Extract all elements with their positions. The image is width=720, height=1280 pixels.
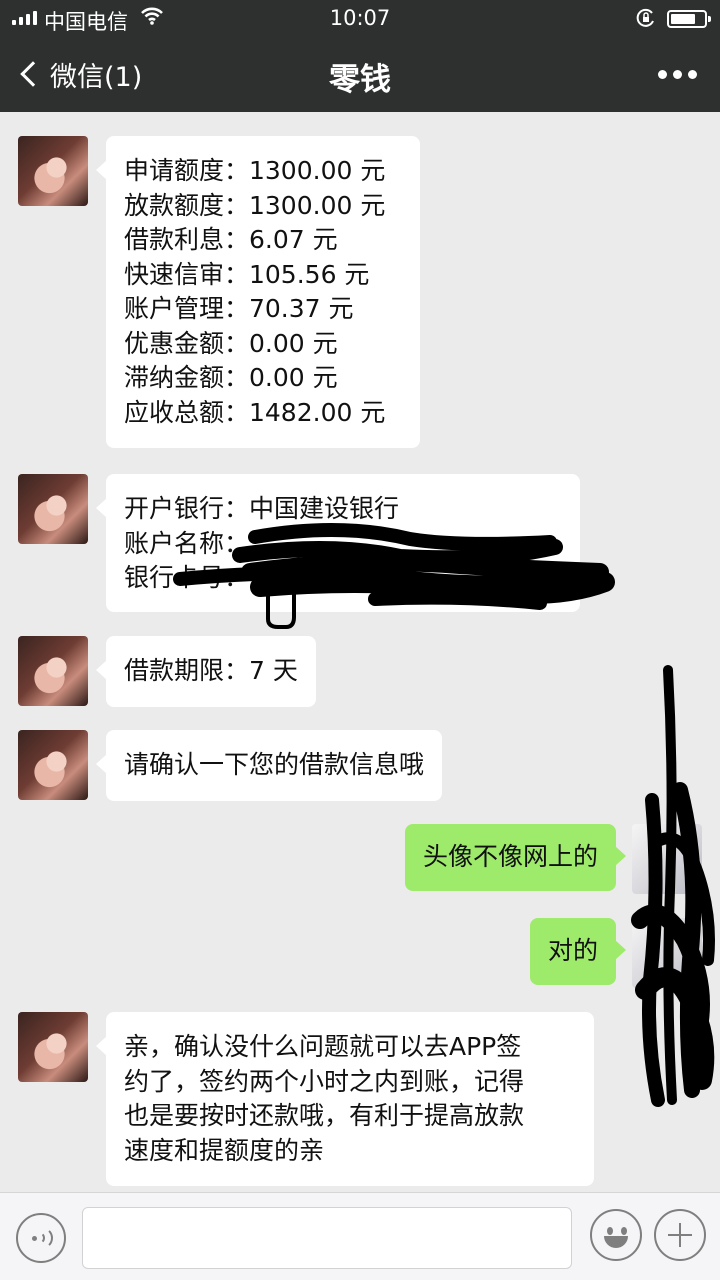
message-bubble[interactable]: 申请额度：1300.00 元 放款额度：1300.00 元 借款利息：6.07 … [96, 136, 420, 448]
message-bubble[interactable]: 请确认一下您的借款信息哦 [95, 730, 443, 801]
top-bar: 中国电信 10:07 微信(1) 零钱 [0, 0, 720, 112]
voice-button[interactable] [16, 1213, 66, 1263]
avatar-self[interactable] [632, 918, 702, 988]
status-bar: 中国电信 10:07 [0, 0, 720, 36]
message-bubble[interactable]: 亲，确认没什么问题就可以去APP签 约了，签约两个小时之内到账，记得 也是要按时… [96, 1012, 594, 1186]
avatar[interactable] [18, 1012, 88, 1082]
message-input[interactable] [82, 1207, 572, 1269]
emoji-icon [607, 1227, 613, 1235]
input-bar [0, 1192, 720, 1280]
message-bubble-self[interactable]: 头像不像网上的 [404, 824, 627, 891]
page-title: 零钱 [329, 62, 391, 98]
avatar[interactable] [18, 730, 88, 800]
emoji-button[interactable] [590, 1209, 642, 1261]
more-actions-button[interactable] [654, 1209, 706, 1261]
chat-area[interactable]: 申请额度：1300.00 元 放款额度：1300.00 元 借款利息：6.07 … [0, 112, 720, 1192]
message-bubble[interactable]: 借款期限：7 天 [96, 636, 316, 707]
battery-icon [667, 10, 711, 28]
avatar[interactable] [18, 636, 88, 706]
more-button[interactable] [650, 62, 704, 86]
more-dots-icon [657, 69, 667, 79]
avatar-self[interactable] [632, 824, 702, 894]
orientation-lock-icon [636, 8, 654, 27]
message-bubble[interactable]: 开户银行：中国建设银行 账户名称： 银行卡号： [96, 474, 580, 612]
nav-bar: 微信(1) 零钱 [0, 36, 720, 112]
avatar[interactable] [18, 474, 88, 544]
avatar[interactable] [18, 136, 88, 206]
clock: 10:07 [329, 6, 391, 30]
message-bubble-self[interactable]: 对的 [529, 918, 627, 985]
